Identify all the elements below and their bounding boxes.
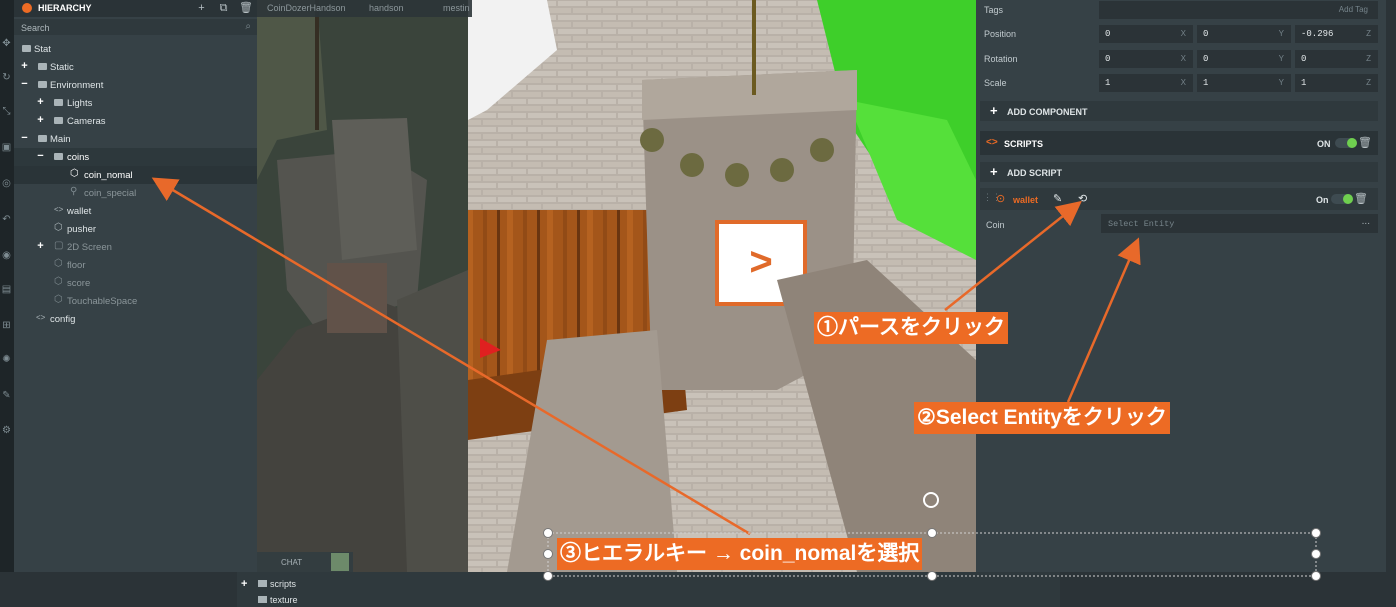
callout-step2: ②Select Entityをクリック xyxy=(914,402,1170,434)
arrow-to-coin-nomal xyxy=(151,177,751,536)
resize-handle[interactable] xyxy=(543,549,553,559)
resize-handle[interactable] xyxy=(543,571,553,581)
callout-step3[interactable]: ③ヒエラルキー → coin_nomalを選択 xyxy=(557,538,923,570)
resize-handle[interactable] xyxy=(1311,571,1321,581)
callout-step1: ①パースをクリック xyxy=(814,312,1008,344)
resize-handle[interactable] xyxy=(927,571,937,581)
annotation-arrows xyxy=(151,177,1317,577)
arrow-to-select-entity xyxy=(1066,237,1141,403)
resize-handle[interactable] xyxy=(1311,528,1321,538)
resize-handle[interactable] xyxy=(543,528,553,538)
resize-handle[interactable] xyxy=(1311,549,1321,559)
arrow-to-parse-icon xyxy=(944,200,1082,311)
resize-handle[interactable] xyxy=(927,528,937,538)
